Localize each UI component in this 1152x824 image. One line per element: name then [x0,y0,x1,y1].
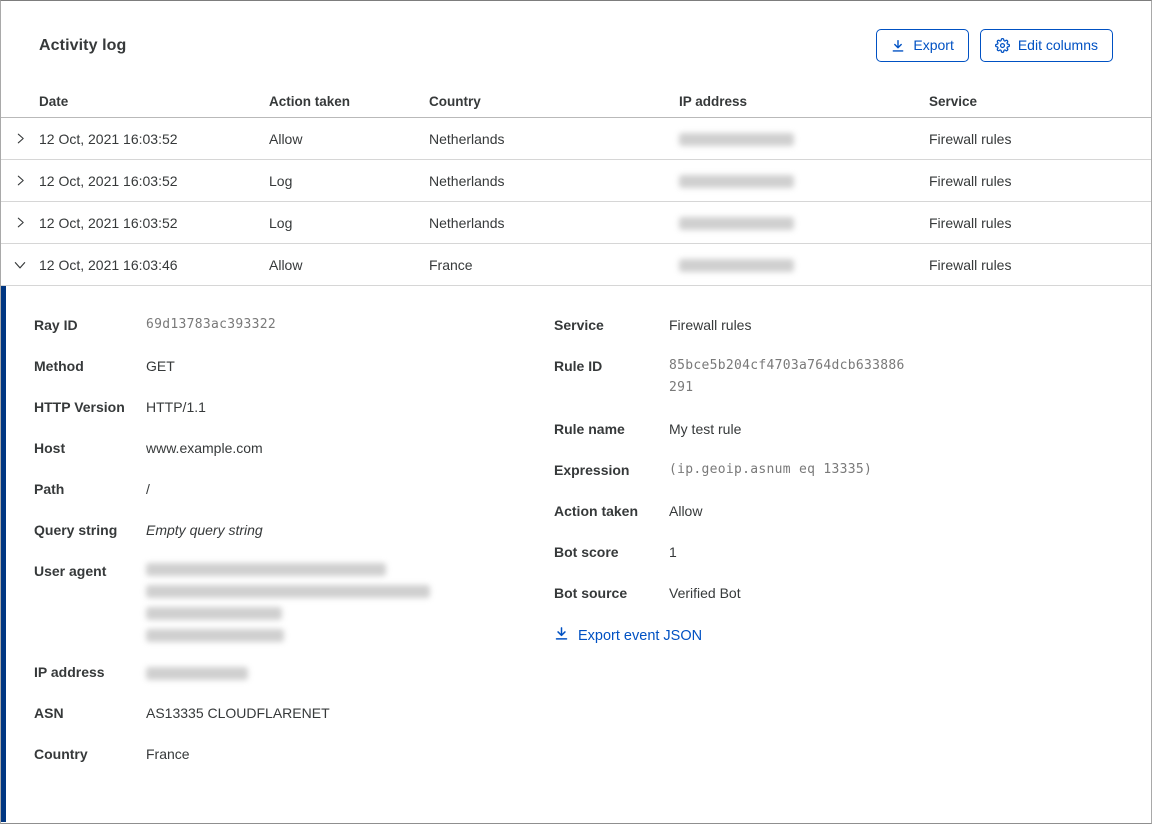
detail-bot-source: Bot source Verified Bot [554,585,741,601]
detail-rule-id: Rule ID 85bce5b204cf4703a764dcb633886291 [554,358,905,395]
edit-columns-button[interactable]: Edit columns [979,29,1113,62]
detail-country: Country France [34,746,190,762]
column-header-service: Service [929,94,978,109]
expand-row-button[interactable] [1,160,39,201]
detail-asn: ASN AS13335 CLOUDFLARENET [34,705,330,721]
cell-action-taken: Log [269,214,293,231]
cell-service: Firewall rules [929,172,1012,189]
expand-row-button[interactable] [1,118,39,159]
edit-columns-button-label: Edit columns [1017,37,1098,53]
detail-bot-score: Bot score 1 [554,544,677,560]
cell-action-taken: Log [269,172,293,189]
download-icon [554,626,569,645]
table-header-row: Date Action taken Country IP address Ser… [1,86,1151,118]
cell-ip-address-redacted [679,257,929,273]
toolbar: Export Edit columns [876,29,1113,62]
event-detail-left-column: Ray ID 69d13783ac393322 Method GET HTTP … [34,314,554,784]
activity-log-panel: Activity log Export Edit columns Date Ac… [0,0,1152,824]
detail-rule-name: Rule name My test rule [554,421,742,437]
column-header-date: Date [39,94,69,109]
detail-query-string: Query string Empty query string [34,522,263,538]
export-event-json-label: Export event JSON [578,627,703,644]
expander-column-spacer [1,86,39,117]
cell-date: 12 Oct, 2021 16:03:52 [39,172,178,189]
detail-service: Service Firewall rules [554,317,752,333]
export-button[interactable]: Export [876,29,969,62]
cell-action-taken: Allow [269,130,303,147]
chevron-down-icon [13,258,27,272]
detail-http-version: HTTP Version HTTP/1.1 [34,399,206,415]
cell-service: Firewall rules [929,256,1012,273]
event-detail-right-column: Service Firewall rules Rule ID 85bce5b20… [554,314,1113,646]
chevron-right-icon [14,216,27,229]
detail-ip-address-redacted: IP address [34,661,554,683]
detail-host: Host www.example.com [34,440,263,456]
detail-expression: Expression (ip.geoip.asnum eq 13335) [554,462,873,478]
column-header-action-taken: Action taken [269,94,351,109]
column-header-ip-address: IP address [679,94,748,109]
download-icon [891,39,905,53]
collapse-row-button[interactable] [1,244,39,285]
detail-method: Method GET [34,358,175,374]
detail-action-taken: Action taken Allow [554,503,703,519]
cell-country: Netherlands [429,130,505,147]
cell-ip-address-redacted [679,173,929,189]
table-row[interactable]: 12 Oct, 2021 16:03:52 Allow Netherlands … [1,118,1151,160]
column-header-country: Country [429,94,481,109]
event-detail-panel: Ray ID 69d13783ac393322 Method GET HTTP … [1,286,1151,822]
cell-service: Firewall rules [929,130,1012,147]
gear-icon [994,38,1010,53]
export-button-label: Export [913,37,954,53]
activity-log-table: Date Action taken Country IP address Ser… [1,86,1151,822]
cell-action-taken: Allow [269,256,303,273]
detail-path: Path / [34,481,150,497]
table-row[interactable]: 12 Oct, 2021 16:03:52 Log Netherlands Fi… [1,160,1151,202]
table-row-expanded[interactable]: 12 Oct, 2021 16:03:46 Allow France Firew… [1,244,1151,286]
detail-ray-id: Ray ID 69d13783ac393322 [34,317,277,333]
cell-ip-address-redacted [679,131,929,147]
export-event-json-link[interactable]: Export event JSON [554,626,702,645]
chevron-right-icon [14,132,27,145]
cell-country: Netherlands [429,172,505,189]
cell-date: 12 Oct, 2021 16:03:52 [39,214,178,231]
expand-row-button[interactable] [1,202,39,243]
page-title: Activity log [39,36,127,54]
cell-date: 12 Oct, 2021 16:03:52 [39,130,178,147]
cell-country: Netherlands [429,214,505,231]
table-row[interactable]: 12 Oct, 2021 16:03:52 Log Netherlands Fi… [1,202,1151,244]
detail-user-agent-redacted: User agent [34,560,554,642]
cell-country: France [429,256,473,273]
cell-service: Firewall rules [929,214,1012,231]
chevron-right-icon [14,174,27,187]
header: Activity log Export Edit columns [1,1,1151,62]
cell-ip-address-redacted [679,215,929,231]
cell-date: 12 Oct, 2021 16:03:46 [39,256,178,273]
